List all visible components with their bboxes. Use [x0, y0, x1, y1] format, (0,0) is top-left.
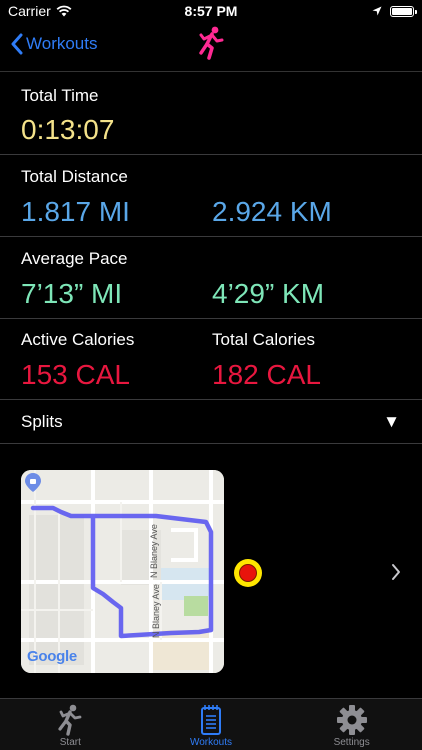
status-left: Carrier [8, 3, 72, 19]
average-pace-label: Average Pace [21, 249, 128, 268]
notebook-icon [200, 705, 221, 735]
metric-total-distance: Total Distance 1.817 MI 2.924 KM [0, 155, 422, 237]
tab-start-label: Start [59, 737, 81, 748]
runner-icon [58, 704, 82, 736]
tab-workouts[interactable]: Workouts [141, 704, 281, 748]
total-distance-miles: 1.817 MI [21, 196, 130, 227]
total-distance-label: Total Distance [21, 167, 128, 186]
metric-total-time: Total Time 0:13:07 [0, 72, 422, 155]
tab-bar: Start Workouts Settings [0, 699, 422, 750]
runner-icon [199, 26, 224, 60]
metric-average-pace: Average Pace 7’13” MI 4’29” KM [0, 237, 422, 319]
average-pace-per-mile: 7’13” MI [21, 278, 123, 309]
tab-start[interactable]: Start [0, 704, 140, 748]
map-graphic [21, 470, 224, 673]
route-map[interactable]: N Blaney Ave N Blaney Ave Google [21, 470, 224, 673]
google-logo: Google [27, 648, 77, 665]
back-button[interactable]: Workouts [0, 33, 98, 55]
status-right [372, 5, 417, 17]
total-time-value: 0:13:07 [21, 114, 115, 145]
chevron-right-icon[interactable] [390, 561, 402, 583]
wifi-icon [56, 5, 72, 17]
disclosure-triangle-icon[interactable]: ▼ [383, 412, 400, 432]
status-bar: Carrier 8:57 PM [0, 0, 422, 22]
navigation-bar: Workouts [0, 22, 422, 66]
active-calories-label: Active Calories [21, 330, 135, 349]
total-distance-km: 2.924 KM [212, 196, 332, 227]
active-calories-value: 153 CAL [21, 359, 130, 390]
total-calories-value: 182 CAL [212, 359, 321, 390]
average-pace-per-km: 4’29” KM [212, 278, 325, 309]
splits-label: Splits [21, 411, 63, 431]
total-time-label: Total Time [21, 86, 99, 105]
total-calories-label: Total Calories [212, 330, 315, 349]
tab-workouts-label: Workouts [189, 737, 233, 748]
route-marker-icon [234, 559, 262, 587]
back-button-label: Workouts [26, 34, 98, 53]
tab-settings[interactable]: Settings [282, 704, 422, 748]
battery-icon [390, 5, 417, 17]
street-label-upper: N Blaney Ave [149, 524, 159, 578]
location-arrow-icon [372, 6, 382, 16]
gear-icon [336, 705, 367, 735]
street-label-lower: N Blaney Ave [151, 584, 161, 638]
chevron-left-icon [11, 33, 23, 55]
splits-row[interactable]: Splits ▼ [0, 400, 422, 444]
tab-settings-label: Settings [333, 737, 370, 748]
carrier-label: Carrier [8, 3, 51, 19]
metric-calories: Active Calories 153 CAL Total Calories 1… [0, 319, 422, 400]
